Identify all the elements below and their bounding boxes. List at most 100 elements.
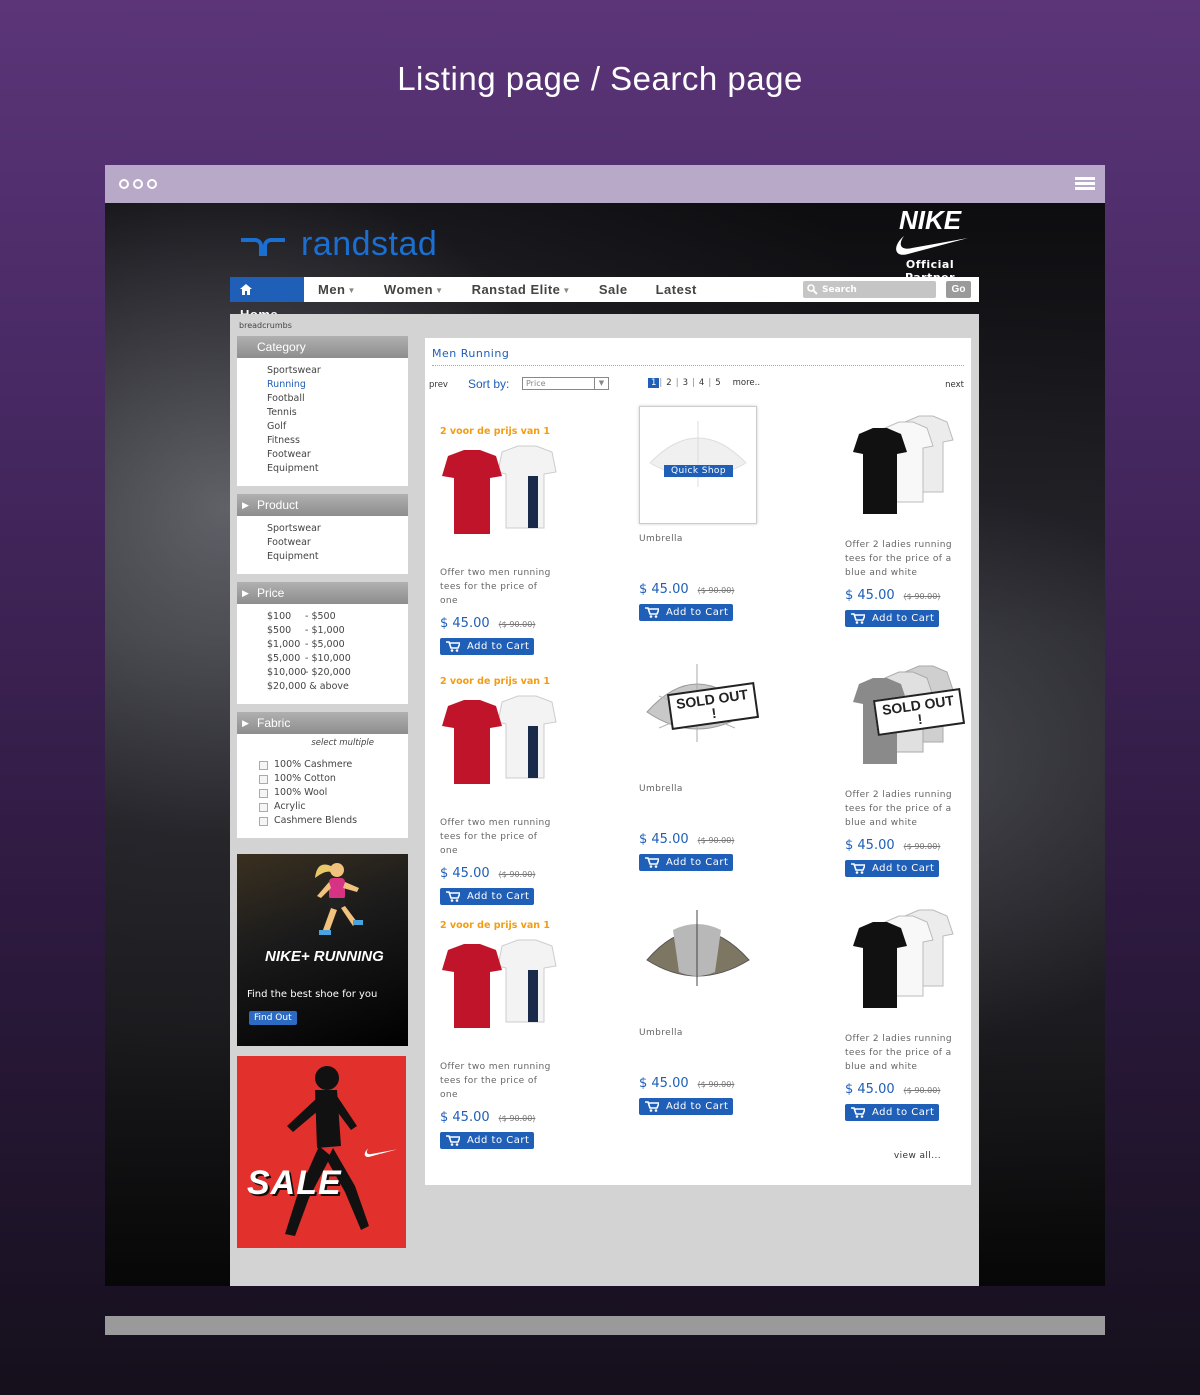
sort-select[interactable]: Price ▼	[522, 377, 609, 390]
nav-women[interactable]: Women ▼	[370, 277, 458, 302]
cart-icon	[851, 1107, 865, 1118]
search-go-button[interactable]: Go	[946, 281, 971, 298]
product-image[interactable]	[845, 906, 963, 1024]
price-range[interactable]: $1,000- $5,000	[267, 638, 408, 652]
product-image[interactable]: SOLD OUT !	[639, 656, 760, 774]
product-image[interactable]: Quick Shop	[639, 406, 757, 524]
add-to-cart-button[interactable]: Add to Cart	[639, 1098, 733, 1115]
nav-sale[interactable]: Sale	[585, 277, 642, 302]
price: $ 45.00	[639, 1076, 689, 1091]
prev-link[interactable]: prev	[429, 380, 448, 390]
category-item-active[interactable]: Running	[267, 378, 408, 392]
product-card[interactable]: 2 voor de prijs van 1 Offer two men runn…	[440, 426, 580, 655]
checkbox[interactable]	[259, 802, 268, 812]
price-range[interactable]: $100- $500	[267, 610, 408, 624]
page-link[interactable]: 4	[695, 378, 708, 388]
fabric-option[interactable]: 100% Wool	[259, 786, 408, 800]
window-controls[interactable]	[119, 179, 157, 189]
add-to-cart-button[interactable]: Add to Cart	[845, 860, 939, 877]
add-to-cart-button[interactable]: Add to Cart	[845, 610, 939, 627]
page-link[interactable]: 2	[662, 378, 675, 388]
product-card[interactable]: Umbrella $ 45.00 ($ 90.00) Add to Cart	[639, 910, 779, 1115]
offer-label: 2 voor de prijs van 1	[440, 920, 550, 931]
search-input[interactable]	[822, 284, 922, 295]
view-all-link[interactable]: view all...	[894, 1151, 941, 1161]
nav-men[interactable]: Men ▼	[304, 277, 370, 302]
price: $ 45.00	[639, 582, 689, 597]
category-item[interactable]: Equipment	[267, 462, 408, 476]
checkbox[interactable]	[259, 760, 268, 770]
price-line: $ 45.00 ($ 90.00)	[845, 588, 985, 603]
product-image[interactable]	[440, 934, 558, 1052]
category-item[interactable]: Fitness	[267, 434, 408, 448]
category-item[interactable]: Sportswear	[267, 364, 408, 378]
page-link-current[interactable]: 1	[648, 378, 660, 388]
nav-home[interactable]: Home	[230, 277, 304, 322]
nav-ranstad-elite[interactable]: Ranstad Elite ▼	[458, 277, 585, 302]
breadcrumb[interactable]: breadcrumbs	[239, 321, 292, 330]
product-image[interactable]: SOLD OUT !	[845, 662, 966, 780]
price-facet-header[interactable]: ▶ Price	[237, 582, 408, 604]
sale-promo[interactable]: SALE	[237, 1056, 406, 1248]
randstad-mark-icon	[241, 234, 287, 256]
product-image[interactable]	[440, 690, 558, 808]
product-item[interactable]: Equipment	[267, 550, 408, 564]
product-image[interactable]	[639, 900, 757, 1018]
product-image[interactable]	[845, 412, 963, 530]
category-item[interactable]: Golf	[267, 420, 408, 434]
randstad-logo[interactable]: randstad	[241, 225, 437, 264]
product-item[interactable]: Sportswear	[267, 522, 408, 536]
add-to-cart-button[interactable]: Add to Cart	[440, 638, 534, 655]
page-link[interactable]: 3	[679, 378, 692, 388]
product-card[interactable]: 2 voor de prijs van 1 Offer two men runn…	[440, 676, 580, 905]
checkbox[interactable]	[259, 816, 268, 826]
find-out-button[interactable]: Find Out	[249, 1011, 297, 1025]
add-to-cart-button[interactable]: Add to Cart	[440, 888, 534, 905]
price-range[interactable]: $20,000 & above	[267, 680, 408, 694]
price-range[interactable]: $5,000- $10,000	[267, 652, 408, 666]
original-price: ($ 90.00)	[498, 1114, 536, 1123]
add-to-cart-button[interactable]: Add to Cart	[639, 604, 733, 621]
next-link[interactable]: next	[945, 380, 964, 390]
add-to-cart-button[interactable]: Add to Cart	[440, 1132, 534, 1149]
cart-icon	[446, 641, 460, 652]
more-pages-link[interactable]: more..	[729, 378, 764, 388]
fabric-option[interactable]: 100% Cotton	[259, 772, 408, 786]
fabric-option[interactable]: Cashmere Blends	[259, 814, 408, 828]
checkbox[interactable]	[259, 774, 268, 784]
original-price: ($ 90.00)	[903, 842, 941, 851]
category-item[interactable]: Footwear	[267, 448, 408, 462]
category-facet-header[interactable]: Category	[237, 336, 408, 358]
original-price: ($ 90.00)	[498, 870, 536, 879]
category-item[interactable]: Football	[267, 392, 408, 406]
page-link[interactable]: 5	[711, 378, 724, 388]
quick-shop-button[interactable]: Quick Shop	[664, 465, 733, 477]
product-card[interactable]: Offer 2 ladies running tees for the pric…	[845, 909, 985, 1121]
product-description: Offer 2 ladies running tees for the pric…	[845, 540, 952, 578]
cart-icon	[645, 607, 659, 618]
product-description: Offer two men running tees for the price…	[440, 818, 551, 856]
category-item[interactable]: Tennis	[267, 406, 408, 420]
hamburger-menu-icon[interactable]	[1075, 177, 1095, 192]
product-card[interactable]: Offer 2 ladies running tees for the pric…	[845, 415, 985, 627]
checkbox[interactable]	[259, 788, 268, 798]
product-description: Umbrella	[639, 784, 683, 794]
nike-running-promo[interactable]: NIKE+ RUNNING Find the best shoe for you…	[237, 854, 408, 1046]
product-image[interactable]	[440, 440, 558, 558]
product-card[interactable]: SOLD OUT ! Offer 2 ladies running tees f…	[845, 665, 985, 877]
price-range[interactable]: $10,000- $20,000	[267, 666, 408, 680]
product-card[interactable]: SOLD OUT ! Umbrella $ 45.00 ($ 90.00) Add…	[639, 664, 779, 871]
add-to-cart-button[interactable]: Add to Cart	[845, 1104, 939, 1121]
fabric-option[interactable]: 100% Cashmere	[259, 758, 408, 772]
product-card[interactable]: 2 voor de prijs van 1 Offer two men runn…	[440, 920, 580, 1149]
product-item[interactable]: Footwear	[267, 536, 408, 550]
nike-partner-logo: NIKE Official Partner	[885, 205, 975, 284]
product-card[interactable]: Quick Shop Umbrella $ 45.00 ($ 90.00) Add…	[639, 406, 779, 621]
nav-latest[interactable]: Latest	[642, 277, 711, 302]
price-range[interactable]: $500- $1,000	[267, 624, 408, 638]
filter-sidebar: Category Sportswear Running Football Ten…	[237, 336, 408, 1248]
product-facet-header[interactable]: ▶ Product	[237, 494, 408, 516]
add-to-cart-button[interactable]: Add to Cart	[639, 854, 733, 871]
fabric-facet-header[interactable]: ▶ Fabric	[237, 712, 408, 734]
fabric-option[interactable]: Acrylic	[259, 800, 408, 814]
